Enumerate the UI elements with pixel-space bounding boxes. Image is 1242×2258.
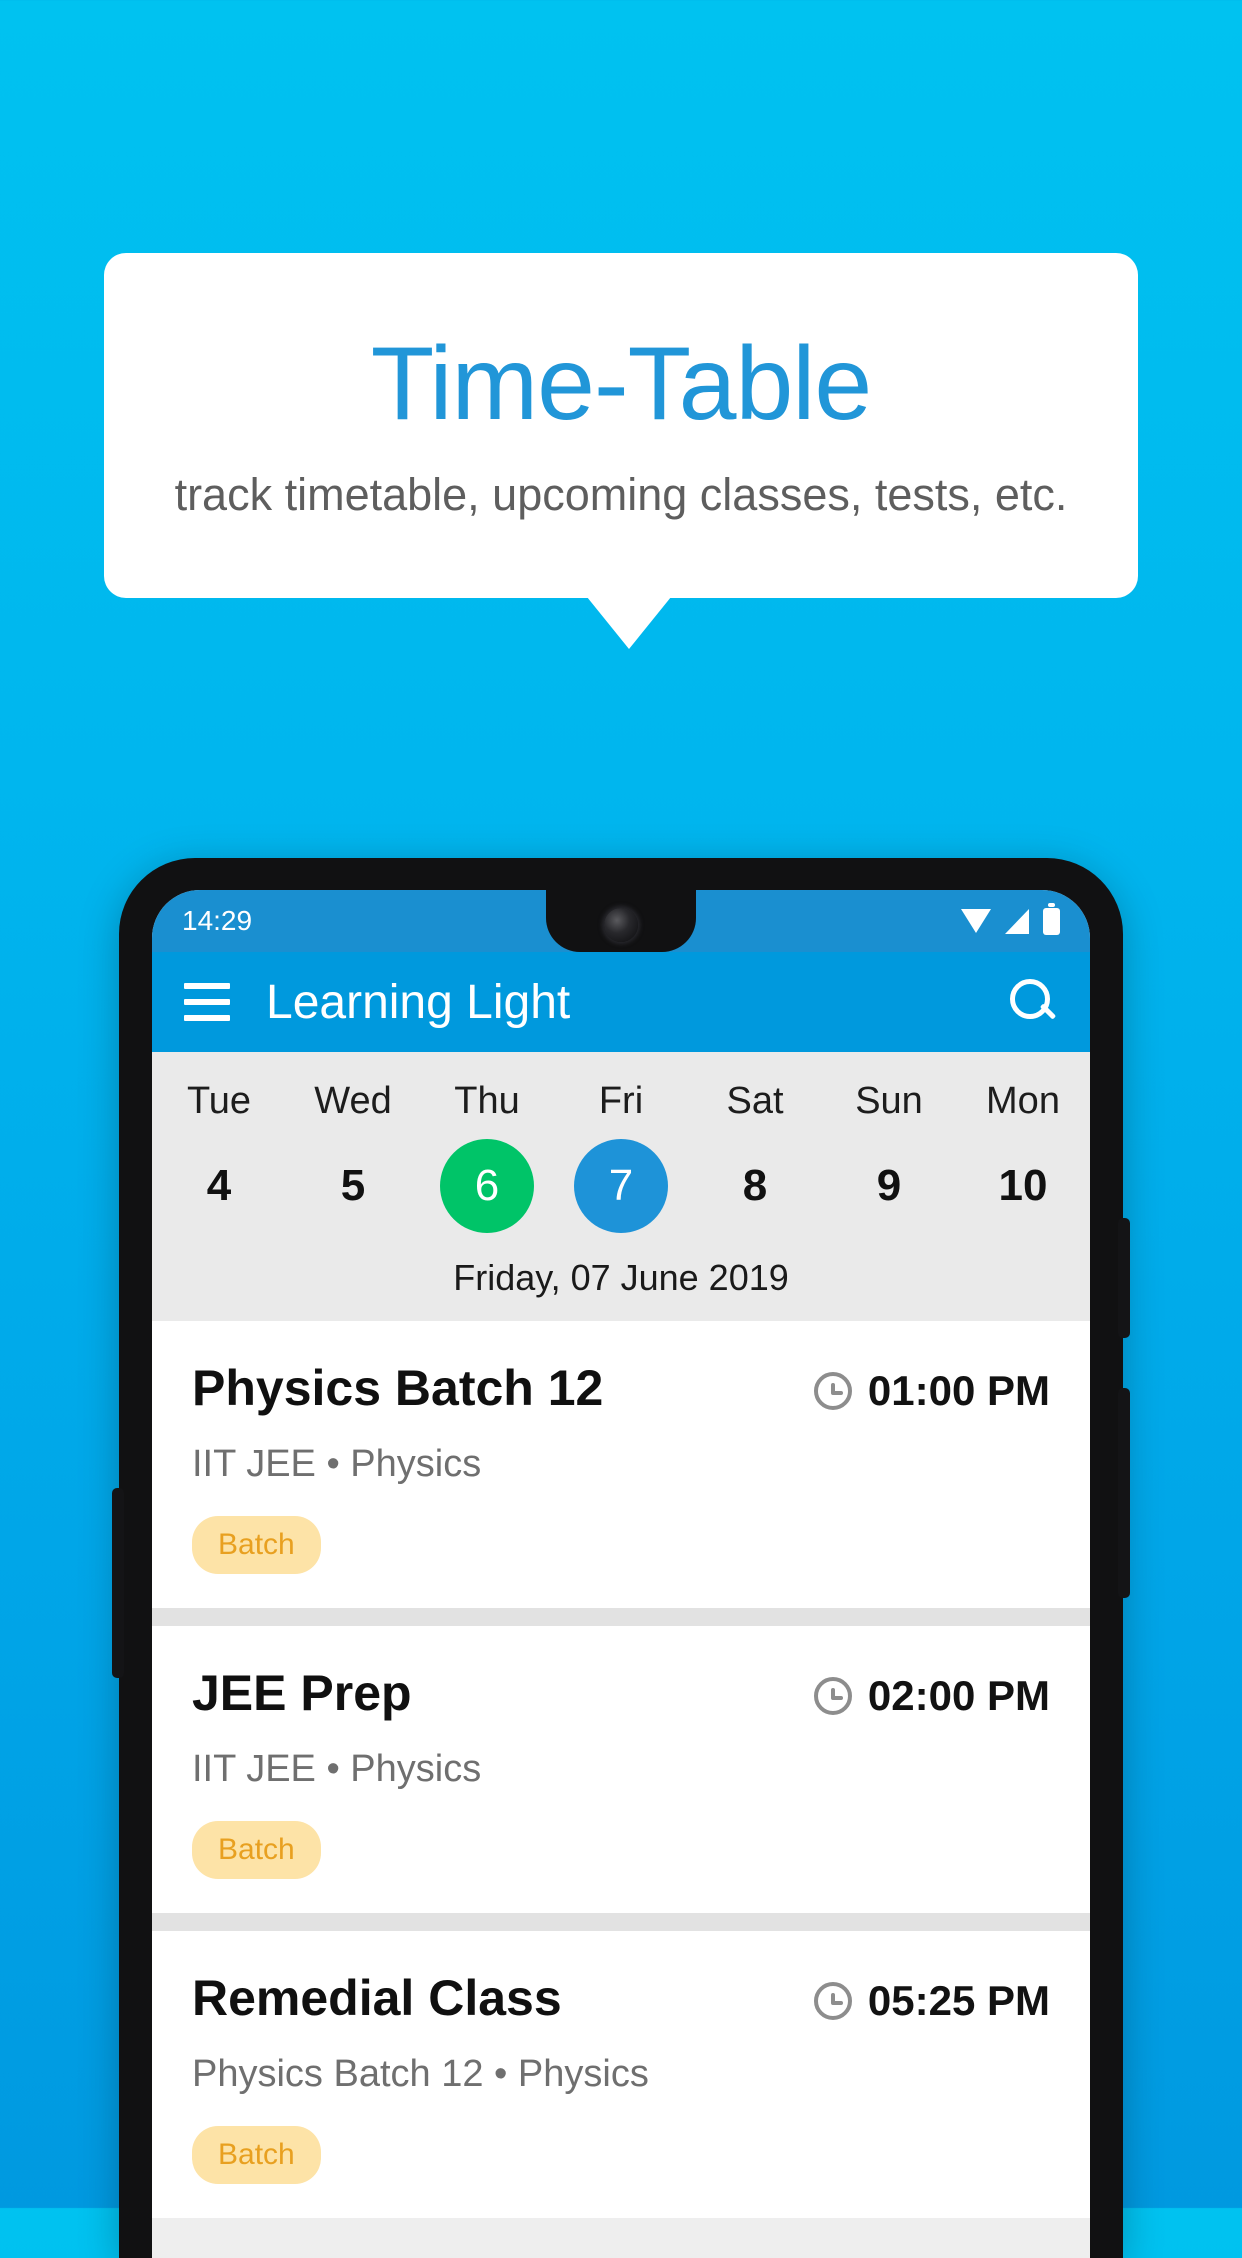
class-title: JEE Prep — [192, 1665, 412, 1721]
day-number: 10 — [998, 1161, 1048, 1210]
day-strip: Tue 4 Wed 5 Thu 6 Fri 7 Sat 8 Sun 9 Mon … — [152, 1052, 1090, 1321]
day-column-thu[interactable]: Thu 6 — [420, 1066, 554, 1233]
promo-card-tail — [587, 597, 671, 649]
class-time: 02:00 PM — [867, 1672, 1050, 1719]
status-bar-clock: 14:29 — [182, 905, 253, 936]
phone-button-volume — [1118, 1218, 1130, 1338]
class-title: Physics Batch 12 — [192, 1360, 604, 1416]
phone-notch — [546, 890, 696, 952]
list-item[interactable]: JEE Prep 02:00 PM IIT JEE • Physics Batc… — [152, 1626, 1090, 1913]
card-header: Remedial Class 05:25 PM — [192, 1969, 1050, 2027]
card-header: Physics Batch 12 01:00 PM — [192, 1359, 1050, 1417]
battery-icon — [1043, 902, 1060, 935]
day-column-wed[interactable]: Wed 5 — [286, 1066, 420, 1233]
promo-card: Time-Table track timetable, upcoming cla… — [104, 253, 1138, 598]
class-list: Physics Batch 12 01:00 PM IIT JEE • Phys… — [152, 1321, 1090, 2218]
class-time-group: 05:25 PM — [813, 1969, 1050, 2025]
search-icon[interactable] — [1006, 976, 1058, 1028]
class-time: 05:25 PM — [867, 1977, 1050, 2024]
day-number: 5 — [340, 1161, 366, 1210]
clock-icon — [813, 1982, 852, 2020]
day-column-sun[interactable]: Sun 9 — [822, 1066, 956, 1233]
class-subtitle: IIT JEE • Physics — [192, 1443, 482, 1485]
day-number-today: 6 — [440, 1139, 534, 1233]
day-name: Wed — [314, 1080, 392, 1122]
phone-mockup: 14:29 Learning Light Tue 4 Wed 5 Thu 6 F… — [112, 858, 1130, 2258]
day-number: 9 — [876, 1161, 902, 1210]
day-column-tue[interactable]: Tue 4 — [152, 1066, 286, 1233]
day-name: Sun — [855, 1080, 923, 1122]
day-row: Tue 4 Wed 5 Thu 6 Fri 7 Sat 8 Sun 9 Mon … — [152, 1066, 1090, 1233]
status-badge: Batch — [192, 2126, 321, 2184]
class-title: Remedial Class — [192, 1970, 562, 2026]
front-camera-icon — [604, 908, 638, 942]
day-number-selected: 7 — [574, 1139, 668, 1233]
class-time-group: 02:00 PM — [813, 1664, 1050, 1720]
page-subtitle: track timetable, upcoming classes, tests… — [174, 469, 1068, 521]
phone-button-power — [1118, 1388, 1130, 1598]
class-time-group: 01:00 PM — [813, 1359, 1050, 1415]
app-title: Learning Light — [266, 975, 571, 1029]
page-title: Time-Table — [370, 325, 873, 442]
class-subtitle: Physics Batch 12 • Physics — [192, 2053, 649, 2095]
day-name: Fri — [598, 1080, 644, 1122]
status-badge: Batch — [192, 1821, 321, 1879]
class-time: 01:00 PM — [867, 1367, 1050, 1414]
selected-date-label: Friday, 07 June 2019 — [453, 1257, 789, 1298]
class-subtitle: IIT JEE • Physics — [192, 1748, 482, 1790]
app-bar: Learning Light — [152, 952, 1090, 1052]
day-column-fri[interactable]: Fri 7 — [554, 1066, 688, 1233]
day-name: Thu — [454, 1080, 520, 1122]
day-column-sat[interactable]: Sat 8 — [688, 1066, 822, 1233]
phone-screen: 14:29 Learning Light Tue 4 Wed 5 Thu 6 F… — [152, 890, 1090, 2258]
wifi-icon — [961, 909, 991, 933]
hamburger-icon[interactable] — [184, 983, 230, 1021]
signal-icon — [1005, 908, 1029, 934]
list-item[interactable]: Remedial Class 05:25 PM Physics Batch 12… — [152, 1931, 1090, 2218]
status-badge: Batch — [192, 1516, 321, 1574]
day-number: 8 — [742, 1161, 768, 1210]
card-header: JEE Prep 02:00 PM — [192, 1664, 1050, 1722]
clock-icon — [813, 1677, 852, 1715]
day-column-mon[interactable]: Mon 10 — [956, 1066, 1090, 1233]
day-name: Mon — [986, 1080, 1060, 1122]
day-name: Sat — [726, 1080, 784, 1122]
status-bar-icons — [961, 902, 1060, 935]
phone-button-left — [112, 1488, 124, 1678]
day-number: 4 — [206, 1161, 232, 1210]
list-item[interactable]: Physics Batch 12 01:00 PM IIT JEE • Phys… — [152, 1321, 1090, 1608]
clock-icon — [813, 1372, 852, 1410]
day-name: Tue — [186, 1080, 252, 1122]
